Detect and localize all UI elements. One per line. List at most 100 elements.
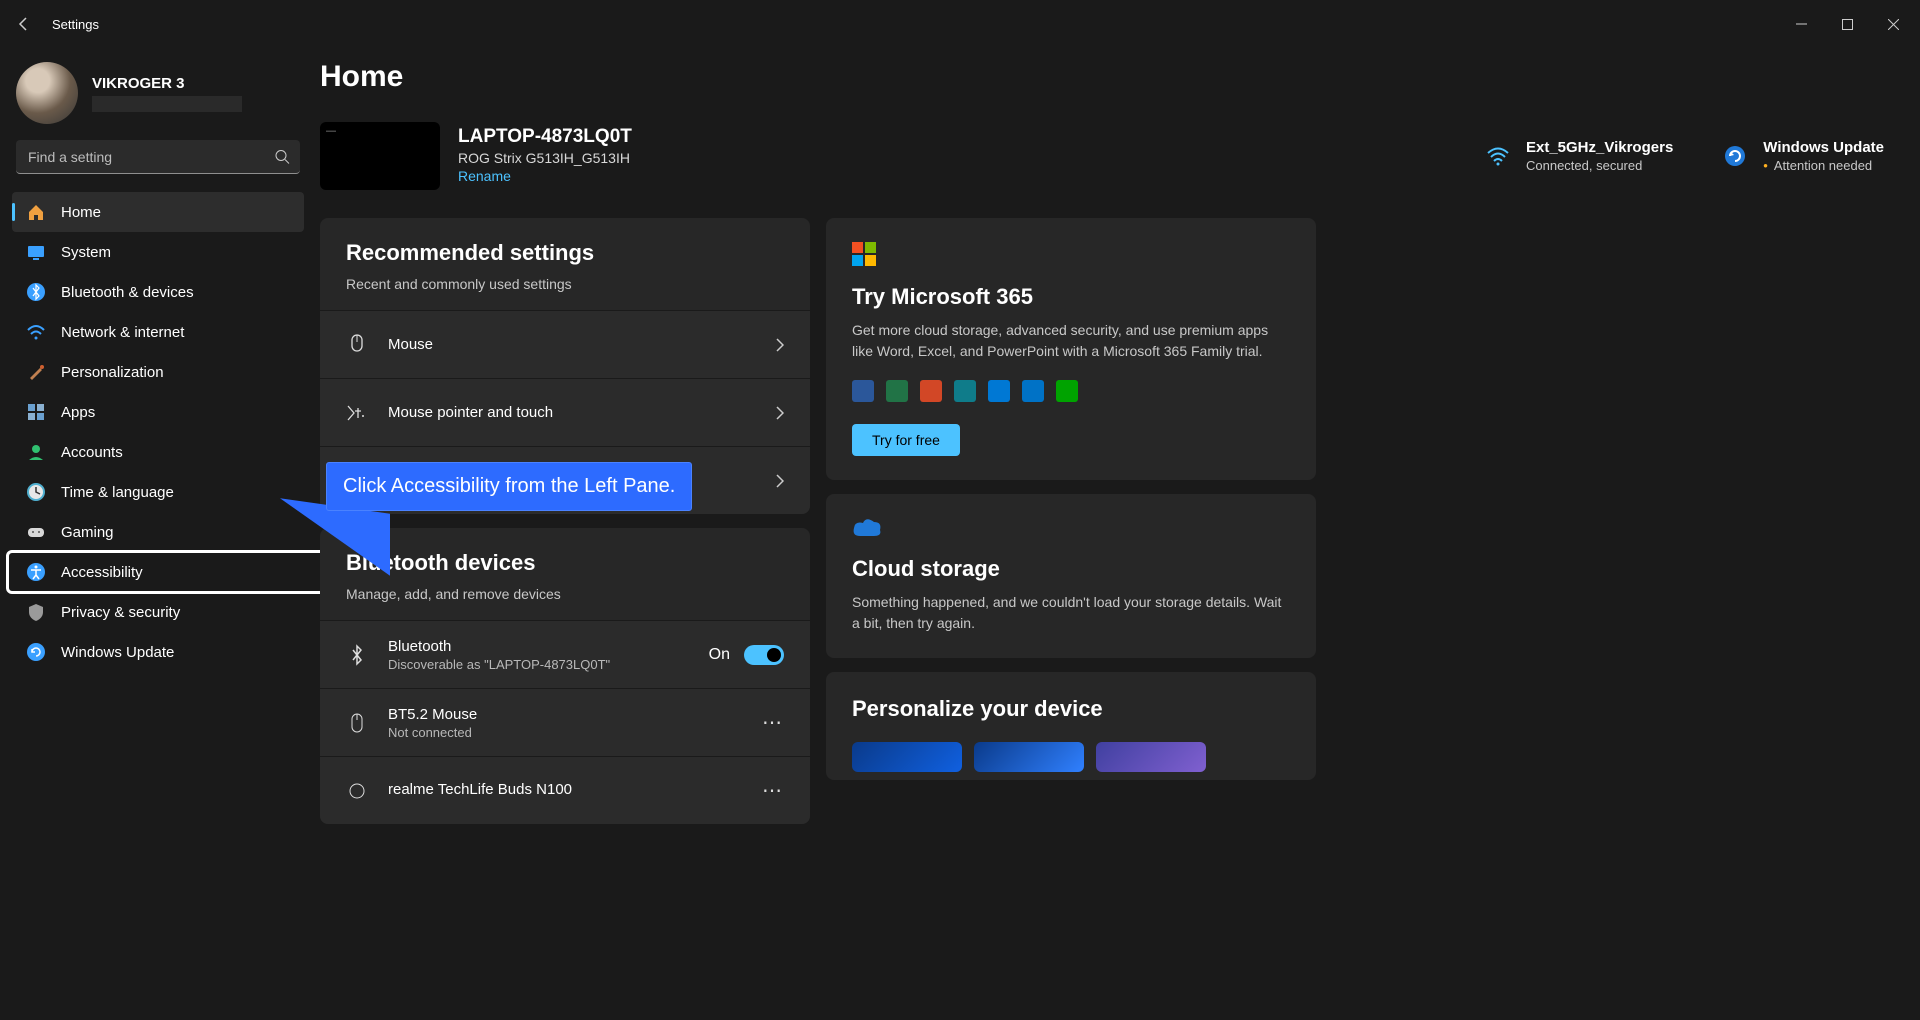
person-icon xyxy=(26,442,46,462)
bluetooth-sub: Manage, add, and remove devices xyxy=(346,586,784,602)
sidebar-item-brush[interactable]: Personalization xyxy=(12,352,304,392)
bluetooth-label: Bluetooth xyxy=(388,638,610,655)
shield-icon xyxy=(26,602,46,622)
app-icon xyxy=(954,380,976,402)
sidebar-item-bluetooth[interactable]: Bluetooth & devices xyxy=(12,272,304,312)
system-icon xyxy=(26,242,46,262)
user-email-redacted xyxy=(92,96,242,112)
update-sub: Attention needed xyxy=(1763,158,1884,173)
maximize-icon xyxy=(1842,19,1853,30)
m365-app-icons xyxy=(852,380,1290,402)
app-icon xyxy=(920,380,942,402)
chevron-right-icon xyxy=(776,474,784,488)
brush-icon xyxy=(26,362,46,382)
app-icon xyxy=(852,380,874,402)
sidebar-item-shield[interactable]: Privacy & security xyxy=(12,592,304,632)
chevron-right-icon xyxy=(776,406,784,420)
bluetooth-toggle-row[interactable]: Bluetooth Discoverable as "LAPTOP-4873LQ… xyxy=(320,620,810,688)
sidebar-item-label: Privacy & security xyxy=(61,604,180,621)
sidebar-item-label: Personalization xyxy=(61,364,164,381)
recommended-row[interactable]: Mouse xyxy=(320,310,810,378)
more-icon[interactable]: ⋯ xyxy=(762,778,784,803)
update-status[interactable]: Windows Update Attention needed xyxy=(1721,139,1884,173)
rename-link[interactable]: Rename xyxy=(458,168,511,184)
app-icon xyxy=(886,380,908,402)
try-for-free-button[interactable]: Try for free xyxy=(852,424,960,456)
device-icon xyxy=(346,713,368,733)
wifi-icon xyxy=(1484,142,1512,170)
bluetooth-icon xyxy=(346,644,368,666)
device-summary-row: ▬▬ LAPTOP-4873LQ0T ROG Strix G513IH_G513… xyxy=(320,122,1896,190)
more-icon[interactable]: ⋯ xyxy=(762,710,784,735)
search-input[interactable] xyxy=(16,140,300,174)
main-content: Home ▬▬ LAPTOP-4873LQ0T ROG Strix G513IH… xyxy=(320,48,1920,1020)
user-name: VIKROGER 3 xyxy=(92,75,242,92)
m365-card: Try Microsoft 365 Get more cloud storage… xyxy=(826,218,1316,480)
avatar xyxy=(16,62,78,124)
device-thumbnail: ▬▬ xyxy=(320,122,440,190)
maximize-button[interactable] xyxy=(1824,4,1870,44)
personalize-title: Personalize your device xyxy=(852,696,1290,722)
sidebar-item-system[interactable]: System xyxy=(12,232,304,272)
device-label: realme TechLife Buds N100 xyxy=(388,781,572,798)
sidebar: VIKROGER 3 Home System Bluetooth & devices… xyxy=(0,48,320,1020)
cloud-body: Something happened, and we couldn't load… xyxy=(852,592,1290,634)
sidebar-item-label: Gaming xyxy=(61,524,114,541)
apps-icon xyxy=(26,402,46,422)
wifi-sub: Connected, secured xyxy=(1526,158,1673,173)
minimize-button[interactable] xyxy=(1778,4,1824,44)
recommended-row[interactable]: Mouse pointer and touch xyxy=(320,378,810,446)
sidebar-item-person[interactable]: Accounts xyxy=(12,432,304,472)
home-icon xyxy=(26,202,46,222)
sidebar-item-label: Accessibility xyxy=(61,564,143,581)
app-icon xyxy=(988,380,1010,402)
m365-body: Get more cloud storage, advanced securit… xyxy=(852,320,1290,362)
row-icon xyxy=(346,404,368,422)
device-label: BT5.2 Mouse xyxy=(388,706,477,723)
bluetooth-state: On xyxy=(709,646,730,664)
theme-thumbnail[interactable] xyxy=(1096,742,1206,772)
sidebar-item-label: Accounts xyxy=(61,444,123,461)
wifi-name: Ext_5GHz_Vikrogers xyxy=(1526,139,1673,156)
sidebar-item-label: System xyxy=(61,244,111,261)
device-sub: Not connected xyxy=(388,725,477,740)
theme-thumbnail[interactable] xyxy=(852,742,962,772)
close-button[interactable] xyxy=(1870,4,1916,44)
minimize-icon xyxy=(1796,19,1807,30)
sidebar-item-label: Time & language xyxy=(61,484,174,501)
device-name: LAPTOP-4873LQ0T xyxy=(458,126,632,148)
cloud-storage-card: Cloud storage Something happened, and we… xyxy=(826,494,1316,658)
nav-list: Home System Bluetooth & devicesNetwork & i… xyxy=(0,192,316,672)
cloud-icon xyxy=(852,518,1290,538)
arrow-left-icon xyxy=(16,16,32,32)
m365-title: Try Microsoft 365 xyxy=(852,284,1290,310)
bluetooth-device-row[interactable]: realme TechLife Buds N100 ⋯ xyxy=(320,756,810,824)
sidebar-item-apps[interactable]: Apps xyxy=(12,392,304,432)
bluetooth-devices-card: Bluetooth devices Manage, add, and remov… xyxy=(320,528,810,824)
back-button[interactable] xyxy=(4,4,44,44)
bluetooth-toggle[interactable] xyxy=(744,645,784,665)
row-icon xyxy=(346,334,368,356)
bluetooth-device-row[interactable]: BT5.2 Mouse Not connected ⋯ xyxy=(320,688,810,756)
device-model: ROG Strix G513IH_G513IH xyxy=(458,150,632,166)
bluetooth-discoverable: Discoverable as "LAPTOP-4873LQ0T" xyxy=(388,657,610,672)
app-icon xyxy=(1056,380,1078,402)
clock-icon xyxy=(26,482,46,502)
wifi-icon xyxy=(26,322,46,342)
sidebar-item-update[interactable]: Windows Update xyxy=(12,632,304,672)
page-title: Home xyxy=(320,60,1896,94)
theme-thumbnail[interactable] xyxy=(974,742,1084,772)
recommended-sub: Recent and commonly used settings xyxy=(346,276,784,292)
update-icon xyxy=(26,642,46,662)
app-icon xyxy=(1022,380,1044,402)
instruction-callout: Click Accessibility from the Left Pane. xyxy=(326,462,692,511)
wifi-status[interactable]: Ext_5GHz_Vikrogers Connected, secured xyxy=(1484,139,1673,173)
sidebar-item-clock[interactable]: Time & language xyxy=(12,472,304,512)
sidebar-item-gamepad[interactable]: Gaming xyxy=(12,512,304,552)
personalize-card: Personalize your device xyxy=(826,672,1316,780)
user-block[interactable]: VIKROGER 3 xyxy=(0,56,316,140)
sidebar-item-label: Home xyxy=(61,204,101,221)
sidebar-item-home[interactable]: Home xyxy=(12,192,304,232)
search-field[interactable] xyxy=(16,140,300,174)
sidebar-item-wifi[interactable]: Network & internet xyxy=(12,312,304,352)
